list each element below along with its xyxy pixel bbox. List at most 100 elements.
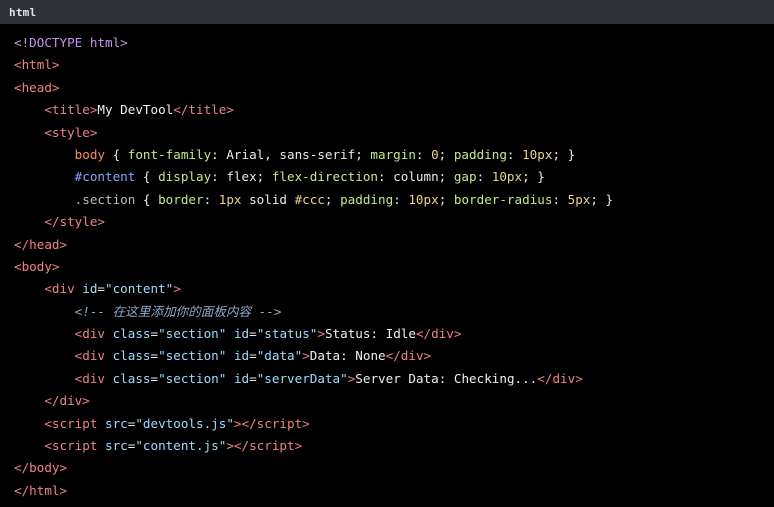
code-token: :: [203, 191, 219, 207]
code-line: body { font-family: Arial, sans-serif; m…: [14, 144, 774, 166]
code-line: </head>: [14, 234, 774, 256]
code-block: html <!DOCTYPE html> <html> <head> <title>…: [0, 0, 774, 507]
code-line: #content { display: flex; flex-direction…: [14, 166, 774, 188]
code-token: "content": [105, 281, 174, 297]
code-token: Status: Idle: [324, 326, 416, 342]
code-token: </div>: [385, 348, 432, 364]
code-token: body: [14, 146, 105, 162]
code-token: <!-- 在这里添加你的面板内容 -->: [14, 303, 282, 319]
code-token: {: [135, 169, 159, 185]
code-token: >: [317, 326, 325, 342]
code-token: 10px: [491, 169, 523, 185]
code-line: <script src="devtools.js"></script>: [14, 413, 774, 435]
code-token: <style>: [14, 124, 98, 140]
code-token: padding: [453, 146, 507, 162]
code-line: <style>: [14, 122, 774, 144]
code-token: column: [393, 169, 439, 185]
code-token: ;: [438, 191, 454, 207]
code-line: <body>: [14, 256, 774, 278]
code-token: :: [415, 146, 432, 162]
code-token: </body>: [14, 460, 68, 476]
code-token: padding: [340, 191, 394, 207]
code-token: Arial, sans-serif: [226, 146, 356, 162]
code-token: </head>: [14, 236, 68, 252]
language-label: html: [9, 5, 37, 19]
code-token: =: [150, 370, 159, 386]
code-line: <div class="section" id="data">Data: Non…: [14, 345, 774, 367]
code-line: </body>: [14, 457, 774, 479]
code-token: display: [158, 169, 212, 185]
code-token: margin: [370, 146, 416, 162]
code-line: <html>: [14, 54, 774, 76]
code-token: {: [105, 146, 128, 162]
code-token: "devtools.js": [135, 415, 234, 431]
code-token: ; }: [522, 169, 545, 185]
code-token: "serverData": [256, 370, 348, 386]
code-line: <div id="content">: [14, 278, 774, 300]
code-token: flex-direction: [271, 169, 378, 185]
code-line: <div class="section" id="status">Status:…: [14, 323, 774, 345]
code-token: border-radius: [453, 191, 553, 207]
code-token: =: [249, 370, 257, 386]
code-token: font-family: [127, 146, 212, 162]
code-token: <html>: [14, 57, 60, 73]
code-token: class: [112, 348, 151, 364]
code-token: =: [150, 326, 159, 342]
code-token: >: [173, 281, 181, 297]
code-token: </title>: [173, 102, 234, 118]
code-token: Data: None: [309, 348, 386, 364]
code-token: 10px: [408, 191, 439, 207]
code-line: <script src="content.js"></script>: [14, 435, 774, 457]
code-token: >: [302, 348, 310, 364]
code-token: src: [105, 415, 128, 431]
code-token: <script: [14, 415, 105, 431]
code-token: =: [249, 348, 257, 364]
code-token: 10px: [522, 146, 553, 162]
code-token: ; }: [552, 146, 576, 162]
code-token: ;: [438, 146, 454, 162]
code-token: My DevTool: [97, 102, 174, 118]
code-token: border: [158, 191, 204, 207]
code-token: 5px: [567, 191, 591, 207]
code-token: id: [82, 281, 98, 297]
code-token: class: [112, 326, 151, 342]
code-line: <!-- 在这里添加你的面板内容 -->: [14, 301, 774, 323]
code-token: id: [233, 348, 250, 364]
code-token: ></: [233, 415, 257, 431]
code-line: </html>: [14, 480, 774, 502]
code-token: </html>: [14, 482, 68, 498]
code-token: =: [249, 326, 257, 342]
code-token: #ccc: [294, 191, 325, 207]
code-token: "content.js": [135, 438, 227, 454]
code-token: ></: [226, 438, 250, 454]
code-body[interactable]: <!DOCTYPE html> <html> <head> <title>My De…: [14, 32, 774, 502]
code-token: Server Data: Checking...: [355, 370, 538, 386]
code-token: :: [552, 191, 568, 207]
code-token: <div: [14, 370, 113, 386]
code-token: <body>: [14, 258, 60, 274]
code-token: script>: [249, 438, 303, 454]
code-token: "status": [256, 326, 318, 342]
code-token: <div: [14, 348, 113, 364]
code-token: </div>: [14, 393, 90, 409]
code-token: ;: [355, 146, 371, 162]
code-token: "section": [158, 370, 227, 386]
code-line: <head>: [14, 77, 774, 99]
code-token: </div>: [415, 326, 462, 342]
code-token: =: [150, 348, 159, 364]
code-token: id: [233, 326, 250, 342]
code-token: .section: [14, 191, 136, 207]
code-token: >: [120, 35, 128, 50]
code-token: solid: [241, 191, 295, 207]
code-token: id: [233, 370, 250, 386]
code-token: <div: [14, 281, 83, 297]
code-token: :: [211, 146, 227, 162]
code-token: script>: [256, 415, 310, 431]
code-token: :: [476, 169, 492, 185]
code-token: src: [105, 438, 128, 454]
code-token: #content: [14, 169, 136, 185]
code-token: =: [97, 281, 106, 297]
code-token: </div>: [537, 370, 583, 386]
code-token: 0: [431, 146, 439, 162]
